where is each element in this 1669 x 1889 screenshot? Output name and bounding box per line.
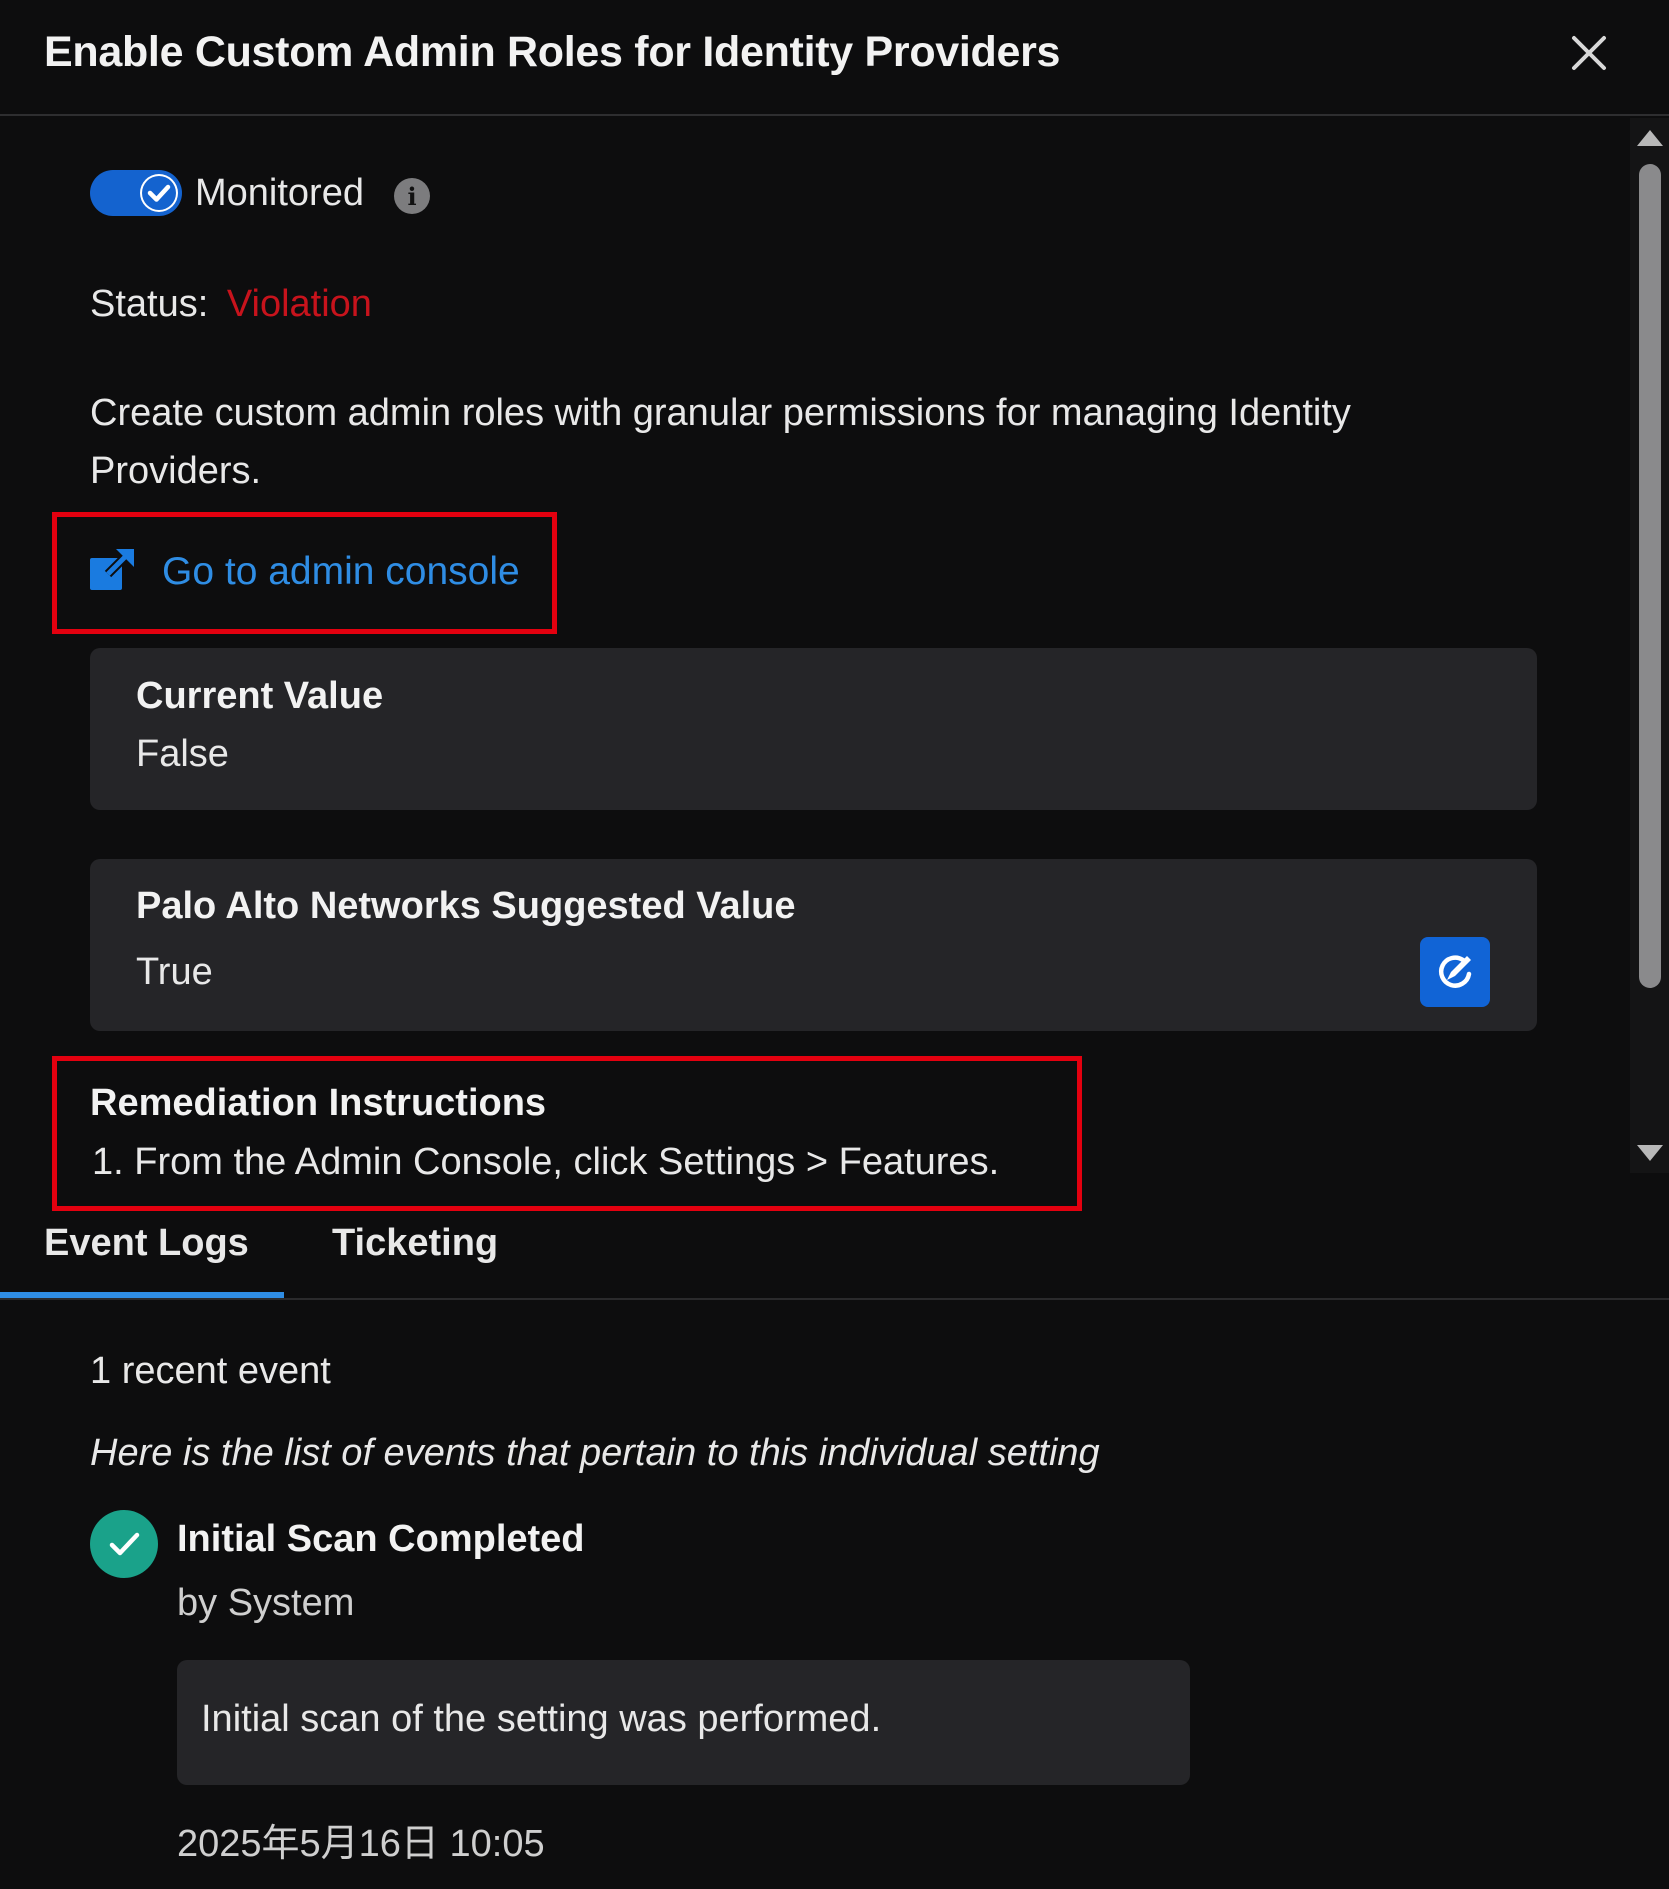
event-timestamp: 2025年5月16日 10:05 — [177, 1823, 545, 1865]
scrollbar-thumb[interactable] — [1639, 164, 1661, 988]
close-icon[interactable] — [1566, 30, 1612, 76]
suggested-value-title: Palo Alto Networks Suggested Value — [136, 885, 796, 927]
current-value-card: Current Value False — [90, 648, 1537, 810]
scroll-down-arrow-icon[interactable] — [1637, 1145, 1663, 1161]
tab-event-logs[interactable]: Event Logs — [44, 1222, 249, 1265]
dialog-title: Enable Custom Admin Roles for Identity P… — [44, 28, 1061, 76]
current-value-title: Current Value — [136, 675, 384, 717]
remediation-title: Remediation Instructions — [90, 1082, 547, 1124]
current-value: False — [136, 733, 229, 775]
active-tab-indicator — [0, 1292, 284, 1298]
highlight-box-remediation — [52, 1056, 1082, 1211]
status-label: Status: — [90, 283, 209, 325]
admin-console-link-label[interactable]: Go to admin console — [162, 550, 520, 594]
setting-description: Create custom admin roles with granular … — [90, 392, 1351, 492]
event-detail: Initial scan of the setting was performe… — [201, 1698, 882, 1740]
check-circle-icon — [90, 1510, 158, 1578]
event-author: by System — [177, 1582, 355, 1624]
tab-ticketing[interactable]: Ticketing — [332, 1222, 498, 1265]
vertical-scrollbar[interactable] — [1630, 118, 1669, 1173]
info-icon[interactable]: i — [394, 178, 430, 214]
remediation-step: 1. From the Admin Console, click Setting… — [92, 1141, 1000, 1183]
recent-event-count: 1 recent event — [90, 1350, 331, 1392]
monitored-toggle[interactable] — [90, 170, 182, 216]
monitored-label: Monitored — [195, 172, 364, 214]
suggested-value: True — [136, 951, 213, 993]
scroll-up-arrow-icon[interactable] — [1637, 130, 1663, 146]
admin-console-link[interactable]: Go to admin console — [90, 546, 520, 597]
tab-bar: Event Logs Ticketing — [0, 1212, 1669, 1300]
events-description: Here is the list of events that pertain … — [90, 1432, 1100, 1474]
edit-icon — [1438, 955, 1472, 988]
status-value: Violation — [226, 283, 372, 325]
suggested-value-card: Palo Alto Networks Suggested Value True — [90, 859, 1537, 1031]
status-line: Status: Violation — [90, 283, 372, 326]
event-detail-box: Initial scan of the setting was performe… — [177, 1660, 1190, 1785]
edit-suggested-value-button[interactable] — [1420, 937, 1490, 1007]
check-icon — [140, 174, 178, 212]
dialog-header: Enable Custom Admin Roles for Identity P… — [0, 0, 1669, 116]
event-title: Initial Scan Completed — [177, 1518, 585, 1560]
external-link-icon — [90, 546, 136, 597]
